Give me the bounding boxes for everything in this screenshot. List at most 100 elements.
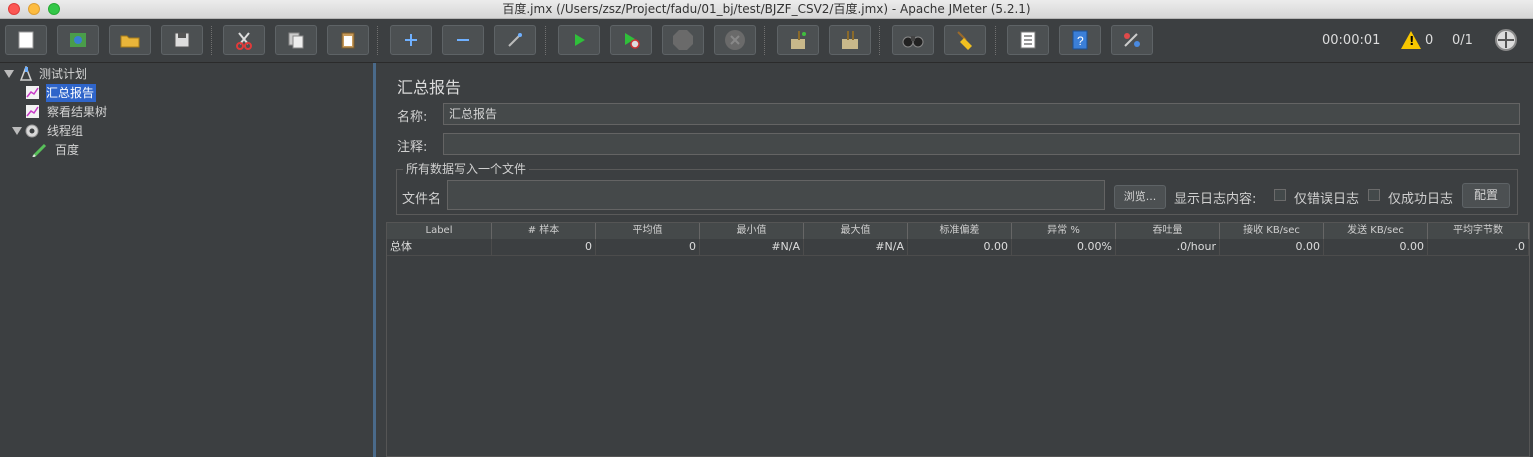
play-no-timers-icon (625, 33, 640, 49)
table-cell: #N/A (804, 239, 908, 255)
column-header-throughput[interactable]: 吞吐量 (1116, 223, 1220, 239)
column-header-max[interactable]: 最大值 (804, 223, 908, 239)
test-plan-tree: 测试计划 汇总报告 察看结果树 线程组 百度 (0, 63, 376, 457)
table-cell: 0.00 (908, 239, 1012, 255)
shutdown-button[interactable] (714, 25, 756, 55)
new-button[interactable] (5, 25, 47, 55)
toolbar-separator (211, 26, 212, 55)
filename-input[interactable] (447, 180, 1105, 210)
clear-all-broom-icon (842, 31, 858, 49)
paste-icon (341, 32, 355, 49)
toolbar-separator (879, 26, 880, 55)
open-button[interactable] (109, 25, 151, 55)
table-header-row: Label # 样本 平均值 最小值 最大值 标准偏差 异常 % 吞吐量 接收 … (387, 223, 1529, 239)
remote-icon (1124, 33, 1140, 47)
tree-item-test-plan[interactable]: 测试计划 (4, 65, 364, 83)
table-cell: 0 (596, 239, 700, 255)
play-icon (575, 34, 585, 46)
column-header-error-percent[interactable]: 异常 % (1012, 223, 1116, 239)
toggle-button[interactable] (494, 25, 536, 55)
configure-button[interactable]: 配置 (1462, 183, 1510, 208)
column-header-std-dev[interactable]: 标准偏差 (908, 223, 1012, 239)
toolbar-separator (377, 26, 378, 55)
templates-button[interactable] (57, 25, 99, 55)
remote-button[interactable] (1111, 25, 1153, 55)
test-plan-icon (19, 66, 33, 81)
log-viewer-icon[interactable] (1495, 29, 1517, 51)
expand-all-button[interactable] (390, 25, 432, 55)
minus-icon (457, 39, 469, 41)
window-title-bar: 百度.jmx (/Users/zsz/Project/fadu/01_bj/te… (0, 0, 1533, 19)
tree-splitter[interactable] (373, 63, 376, 457)
shutdown-icon (725, 30, 745, 50)
svg-text:?: ? (1077, 34, 1084, 48)
success-only-label: 仅成功日志 (1388, 192, 1454, 207)
toolbar-separator (764, 26, 765, 55)
toolbar: ? 00:00:01 0 0/1 (0, 19, 1533, 63)
table-cell: .0 (1428, 239, 1529, 255)
tree-item-view-results-tree[interactable]: 察看结果树 (22, 103, 222, 121)
reset-search-button[interactable] (944, 25, 986, 55)
window-close-button[interactable] (8, 3, 20, 15)
stop-button[interactable] (662, 25, 704, 55)
toggle-wand-icon (508, 33, 522, 47)
save-icon (174, 32, 190, 48)
binoculars-icon (902, 36, 924, 48)
errors-only-label: 仅错误日志 (1294, 192, 1360, 207)
browse-button[interactable]: 浏览... (1114, 185, 1166, 209)
warnings-count: 0 (1425, 33, 1434, 48)
cut-button[interactable] (223, 25, 265, 55)
column-header-average[interactable]: 平均值 (596, 223, 700, 239)
name-input[interactable]: 汇总报告 (443, 103, 1520, 125)
column-header-samples[interactable]: # 样本 (492, 223, 596, 239)
start-button[interactable] (558, 25, 600, 55)
column-header-label[interactable]: Label (387, 223, 492, 239)
tree-item-http-request-baidu[interactable]: 百度 (32, 141, 232, 159)
summary-results-table: Label # 样本 平均值 最小值 最大值 标准偏差 异常 % 吞吐量 接收 … (386, 222, 1530, 457)
table-cell: 0 (492, 239, 596, 255)
column-header-received-kb[interactable]: 接收 KB/sec (1220, 223, 1324, 239)
success-only-checkbox[interactable] (1368, 189, 1380, 201)
table-cell: 总体 (387, 239, 492, 255)
expand-arrow-icon[interactable] (12, 127, 22, 135)
clear-button[interactable] (777, 25, 819, 55)
column-header-sent-kb[interactable]: 发送 KB/sec (1324, 223, 1428, 239)
tree-item-label: 察看结果树 (47, 105, 108, 119)
window-maximize-button[interactable] (48, 3, 60, 15)
table-cell: 0.00 (1220, 239, 1324, 255)
gear-icon (25, 124, 39, 138)
elapsed-time: 00:00:01 (1322, 33, 1381, 48)
start-no-pause-button[interactable] (610, 25, 652, 55)
column-header-min[interactable]: 最小值 (700, 223, 804, 239)
name-label: 名称: (397, 110, 428, 125)
comment-label: 注释: (397, 140, 428, 155)
clear-all-button[interactable] (829, 25, 871, 55)
table-cell: #N/A (700, 239, 804, 255)
panel-title: 汇总报告 (397, 78, 462, 97)
function-helper-button[interactable] (1007, 25, 1049, 55)
help-book-icon: ? (1072, 30, 1088, 50)
table-row[interactable]: 总体 0 0 #N/A #N/A 0.00 0.00% .0/hour 0.00… (387, 239, 1529, 256)
tree-item-label: 线程组 (47, 124, 84, 138)
help-button[interactable]: ? (1059, 25, 1101, 55)
log-display-label: 显示日志内容: (1174, 192, 1257, 207)
table-cell: 0.00 (1324, 239, 1428, 255)
tree-item-thread-group[interactable]: 线程组 (12, 122, 212, 140)
report-chart-icon (26, 86, 39, 99)
toolbar-separator (545, 26, 546, 55)
expand-arrow-icon[interactable] (4, 70, 14, 78)
save-button[interactable] (161, 25, 203, 55)
copy-button[interactable] (275, 25, 317, 55)
function-list-icon (1020, 31, 1036, 49)
paste-button[interactable] (327, 25, 369, 55)
window-minimize-button[interactable] (28, 3, 40, 15)
comment-input[interactable] (443, 133, 1520, 155)
search-button[interactable] (892, 25, 934, 55)
stop-icon (673, 30, 693, 50)
clear-broom-icon (791, 31, 806, 49)
collapse-all-button[interactable] (442, 25, 484, 55)
write-results-group-title: 所有数据写入一个文件 (403, 160, 530, 177)
column-header-avg-bytes[interactable]: 平均字节数 (1428, 223, 1529, 239)
tree-item-summary-report[interactable]: 汇总报告 (22, 84, 97, 102)
errors-only-checkbox[interactable] (1274, 189, 1286, 201)
